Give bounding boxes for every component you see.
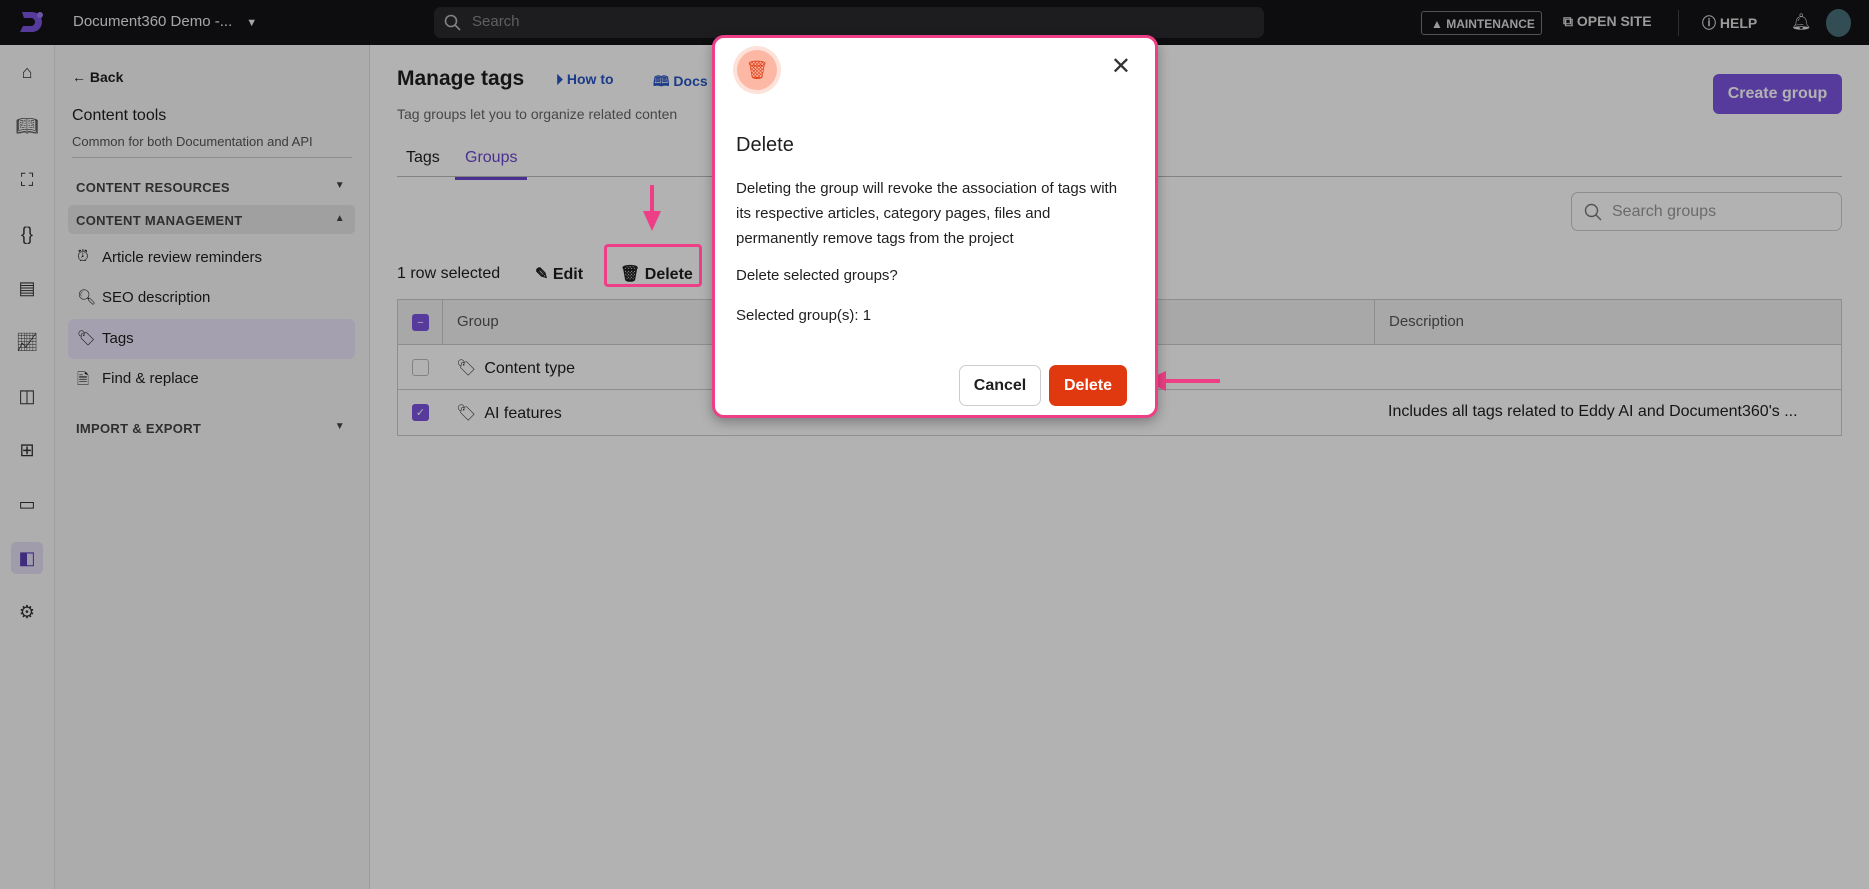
arrow-down-annotation [643,185,661,231]
delete-button-highlight [604,244,702,287]
cancel-button[interactable]: Cancel [959,365,1041,406]
selected-count: Selected group(s): 1 [736,307,872,324]
close-icon[interactable]: ✕ [1111,52,1131,81]
delete-dialog: 🗑︎ ✕ Delete Deleting the group will revo… [712,35,1158,418]
dialog-title: Delete [736,134,794,156]
dialog-message: Deleting the group will revoke the assoc… [736,180,1118,247]
dialog-question: Delete selected groups? [736,267,898,284]
confirm-delete-button[interactable]: Delete [1049,365,1127,406]
trash-icon: 🗑︎ [737,50,777,90]
